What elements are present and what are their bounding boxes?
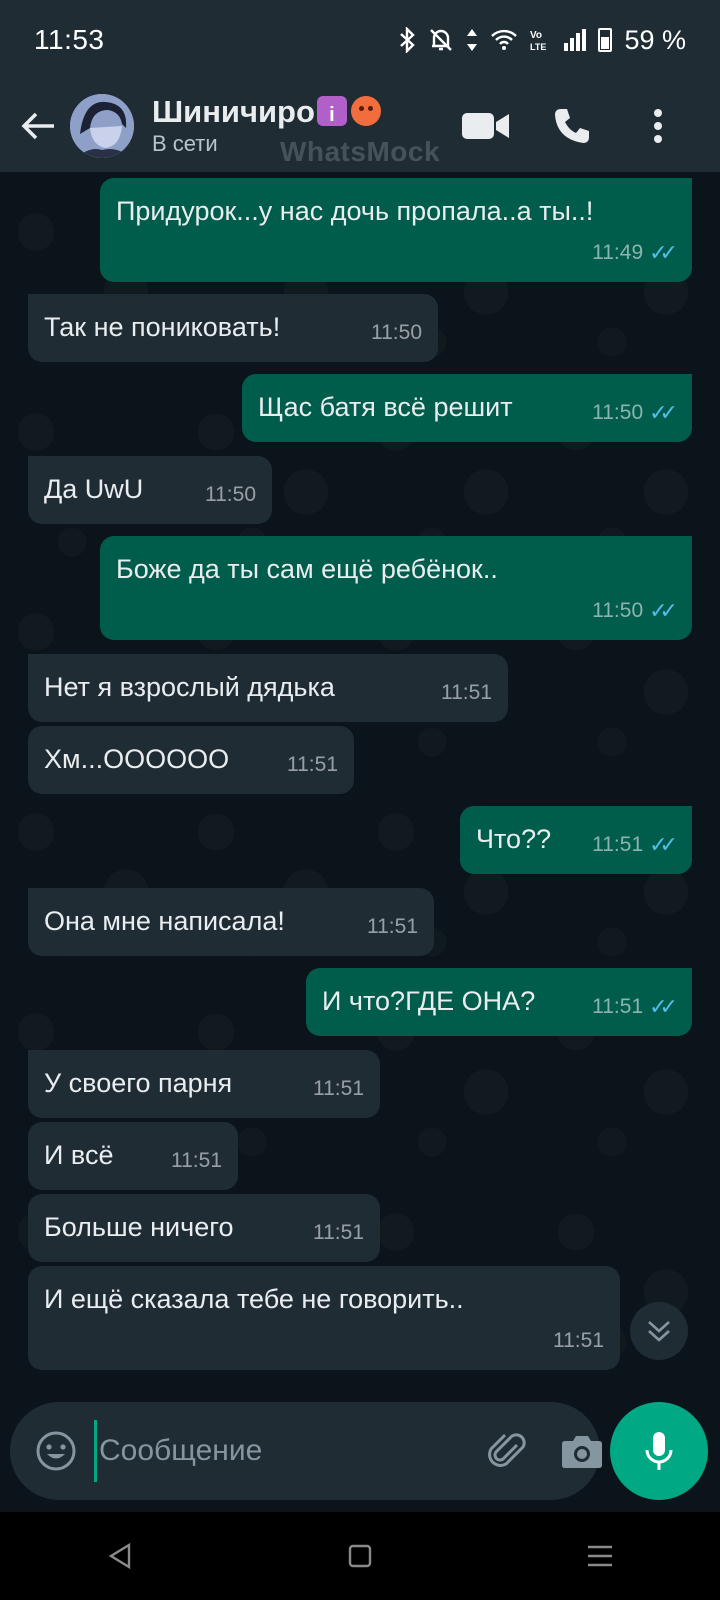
emoji-icon	[36, 1431, 76, 1471]
scroll-to-bottom-button[interactable]	[630, 1302, 688, 1360]
read-ticks-icon: ✓✓	[649, 240, 678, 265]
message-meta: 11:50 ✓✓	[592, 394, 678, 432]
message-time: 11:51	[313, 1077, 364, 1100]
message-text: Боже да ты сам ещё ребёнок..	[116, 554, 498, 584]
camera-button[interactable]	[561, 1427, 603, 1475]
message-incoming[interactable]: Да UwU 11:50	[28, 456, 272, 524]
message-text: Хм...OOOOOO	[44, 744, 230, 774]
message-text: И всё	[44, 1140, 114, 1170]
message-meta: 11:51	[553, 1322, 604, 1360]
message-incoming[interactable]: Больше ничего 11:51	[28, 1194, 380, 1262]
message-incoming[interactable]: Она мне написала! 11:51	[28, 888, 434, 956]
contact-name-row: Шиничиро	[152, 94, 458, 133]
message-text: Придурок...у нас дочь пропала..а ты..!	[116, 196, 594, 226]
message-incoming[interactable]: И всё 11:51	[28, 1122, 238, 1190]
message-incoming[interactable]: Хм...OOOOOO 11:51	[28, 726, 354, 794]
hot-face-emoji-icon	[350, 96, 381, 126]
message-time: 11:51	[171, 1149, 222, 1172]
data-arrows-icon	[467, 29, 478, 51]
status-icons: Vo LTE 59 %	[398, 25, 686, 56]
message-time: 11:50	[371, 321, 422, 344]
message-time: 11:50	[592, 401, 644, 424]
message-time: 11:49	[592, 241, 644, 264]
message-meta: 11:50	[205, 476, 256, 514]
read-ticks-icon: ✓✓	[649, 400, 678, 425]
message-incoming[interactable]: И ещё сказала тебе не говорить.. 11:51	[28, 1266, 620, 1370]
message-meta: 11:50 ✓✓	[592, 592, 678, 630]
attach-button[interactable]	[487, 1427, 531, 1475]
message-time: 11:51	[287, 753, 338, 776]
message-time: 11:50	[592, 599, 644, 622]
camera-icon	[562, 1436, 602, 1468]
watermark: WhatsMock	[279, 136, 441, 167]
nav-recents-button[interactable]	[560, 1526, 640, 1586]
emoji-button[interactable]	[34, 1429, 78, 1473]
microphone-icon	[645, 1432, 673, 1470]
svg-text:LTE: LTE	[530, 42, 546, 52]
message-outgoing[interactable]: Щас батя всё решит 11:50 ✓✓	[242, 374, 692, 442]
message-incoming[interactable]: Нет я взрослый дядька 11:51	[28, 654, 508, 722]
message-time: 11:51	[313, 1221, 364, 1244]
message-incoming[interactable]: Так не пониковать! 11:50	[28, 294, 438, 362]
message-time: 11:51	[592, 995, 644, 1018]
message-text: Она мне написала!	[44, 906, 285, 936]
message-meta: 11:51	[367, 908, 418, 946]
message-input[interactable]	[94, 1420, 487, 1482]
message-text: Что??	[476, 824, 552, 854]
status-bar: 11:53 Vo LTE 59 %	[0, 0, 720, 80]
message-time: 11:51	[441, 681, 492, 704]
square-home-icon	[348, 1544, 372, 1568]
message-meta: 11:51	[287, 746, 338, 784]
read-ticks-icon: ✓✓	[649, 832, 678, 857]
message-meta: 11:50	[371, 314, 422, 352]
message-meta: 11:49 ✓✓	[592, 234, 678, 272]
message-time: 11:50	[205, 483, 256, 506]
message-outgoing[interactable]: Что?? 11:51 ✓✓	[460, 806, 692, 874]
message-text: Так не пониковать!	[44, 312, 281, 342]
message-meta: 11:51 ✓✓	[592, 988, 678, 1026]
nav-back-button[interactable]	[80, 1526, 160, 1586]
message-text: Да UwU	[44, 474, 144, 504]
message-meta: 11:51	[313, 1214, 364, 1252]
status-time: 11:53	[34, 24, 105, 55]
svg-text:Vo: Vo	[530, 30, 542, 41]
battery-icon	[598, 28, 613, 52]
message-incoming[interactable]: У своего парня 11:51	[28, 1050, 380, 1118]
message-composer	[10, 1402, 603, 1500]
message-meta: 11:51	[441, 674, 492, 712]
volte-icon: VoLTE	[530, 30, 546, 52]
message-text: Нет я взрослый дядька	[44, 672, 335, 702]
message-text: Больше ничего	[44, 1212, 234, 1242]
battery-percent: 59 %	[624, 24, 686, 55]
contact-name: Шиничиро	[152, 94, 315, 129]
message-outgoing[interactable]: И что?ГДЕ ОНА? 11:51 ✓✓	[306, 968, 692, 1036]
triangle-back-icon	[108, 1542, 131, 1570]
system-nav-bar	[0, 1512, 720, 1600]
voice-message-button[interactable]	[610, 1402, 708, 1500]
mute-icon	[430, 29, 453, 51]
message-time: 11:51	[592, 833, 644, 856]
message-meta: 11:51	[313, 1070, 364, 1108]
message-text: У своего парня	[44, 1068, 233, 1098]
menu-lines-icon	[588, 1545, 612, 1567]
message-outgoing[interactable]: Придурок...у нас дочь пропала..а ты..! 1…	[100, 178, 692, 282]
read-ticks-icon: ✓✓	[649, 598, 678, 623]
message-outgoing[interactable]: Боже да ты сам ещё ребёнок.. 11:50 ✓✓	[100, 536, 692, 640]
wifi-icon	[491, 29, 518, 50]
double-chevron-down-icon	[648, 1321, 670, 1342]
info-emoji-icon	[316, 96, 347, 133]
chat-area[interactable]: Придурок...у нас дочь пропала..а ты..! 1…	[0, 172, 720, 1380]
read-ticks-icon: ✓✓	[649, 994, 678, 1019]
message-text: И что?ГДЕ ОНА?	[322, 986, 536, 1016]
signal-icon	[564, 29, 587, 51]
bluetooth-icon	[400, 27, 416, 53]
message-meta: 11:51 ✓✓	[592, 826, 678, 864]
message-time: 11:51	[367, 915, 418, 938]
message-text: Щас батя всё решит	[258, 392, 513, 422]
message-time: 11:51	[553, 1329, 604, 1352]
message-meta: 11:51	[171, 1142, 222, 1180]
paperclip-icon	[488, 1433, 526, 1467]
message-text: И ещё сказала тебе не говорить..	[44, 1284, 464, 1314]
nav-home-button[interactable]	[320, 1526, 400, 1586]
